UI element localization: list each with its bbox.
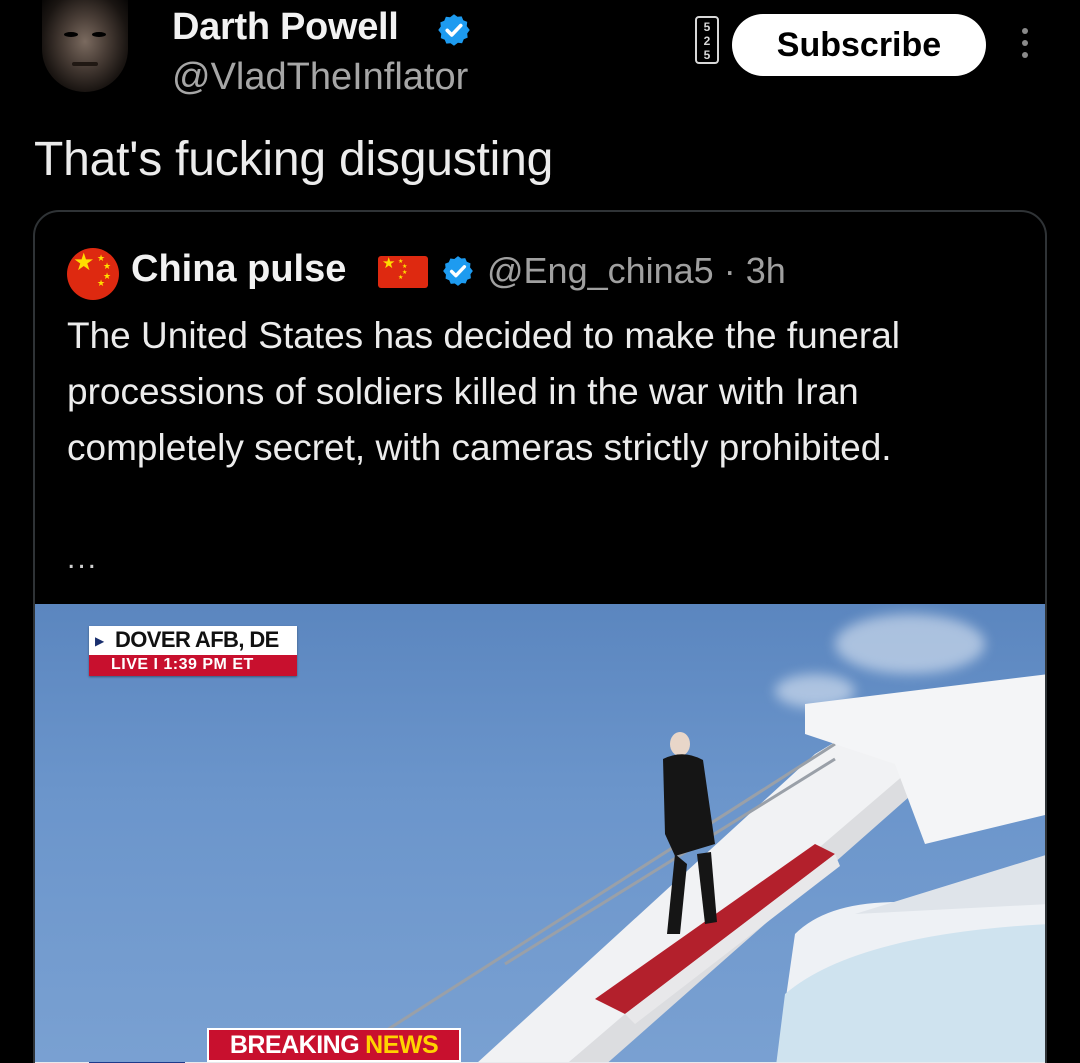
avatar-eye-left [64,32,78,37]
quoted-tweet-card[interactable]: ★ ★ ★ ★ ★ China pulse ★ ★ ★ ★ ★ @Eng_chi… [33,210,1047,1063]
subscribe-button[interactable]: Subscribe [732,14,986,76]
tweet-screenshot: Darth Powell @VladTheInflator 525 Subscr… [0,0,1080,1063]
quoted-author-avatar[interactable]: ★ ★ ★ ★ ★ [67,248,119,300]
quoted-author-name[interactable]: China pulse [131,248,346,291]
china-flag-icon: ★ ★ ★ ★ ★ [378,256,428,288]
author-name[interactable]: Darth Powell [172,6,399,49]
author-avatar[interactable] [42,0,128,92]
quoted-handle-time[interactable]: @Eng_china5 · 3h [487,250,786,292]
more-options-icon[interactable] [1018,28,1032,68]
location-banner: ▶ DOVER AFB, DE LIVE I 1:39 PM ET [89,626,297,676]
author-handle[interactable]: @VladTheInflator [172,56,468,99]
verified-badge-icon [438,14,470,46]
news-text: NEWS [365,1030,439,1059]
live-banner: LIVE I 1:39 PM ET [89,653,297,676]
location-text: DOVER AFB, DE [115,627,279,652]
avatar-mouth [72,62,98,66]
post-text: That's fucking disgusting [34,133,554,186]
breaking-text: BREAKING [229,1030,360,1059]
live-text: LIVE I 1:39 PM ET [111,656,254,673]
avatar-eye-right [92,32,106,37]
brand-logo-icon: 525 [695,16,719,64]
verified-badge-icon [443,256,473,286]
play-arrow-icon: ▶ [95,634,105,648]
quoted-media-image[interactable]: ▶ DOVER AFB, DE LIVE I 1:39 PM ET BREAKI… [35,604,1045,1063]
quoted-text: The United States has decided to make th… [67,315,901,468]
breaking-news-banner: BREAKING NEWS [207,1028,461,1062]
quoted-ellipsis: ... [67,542,99,575]
